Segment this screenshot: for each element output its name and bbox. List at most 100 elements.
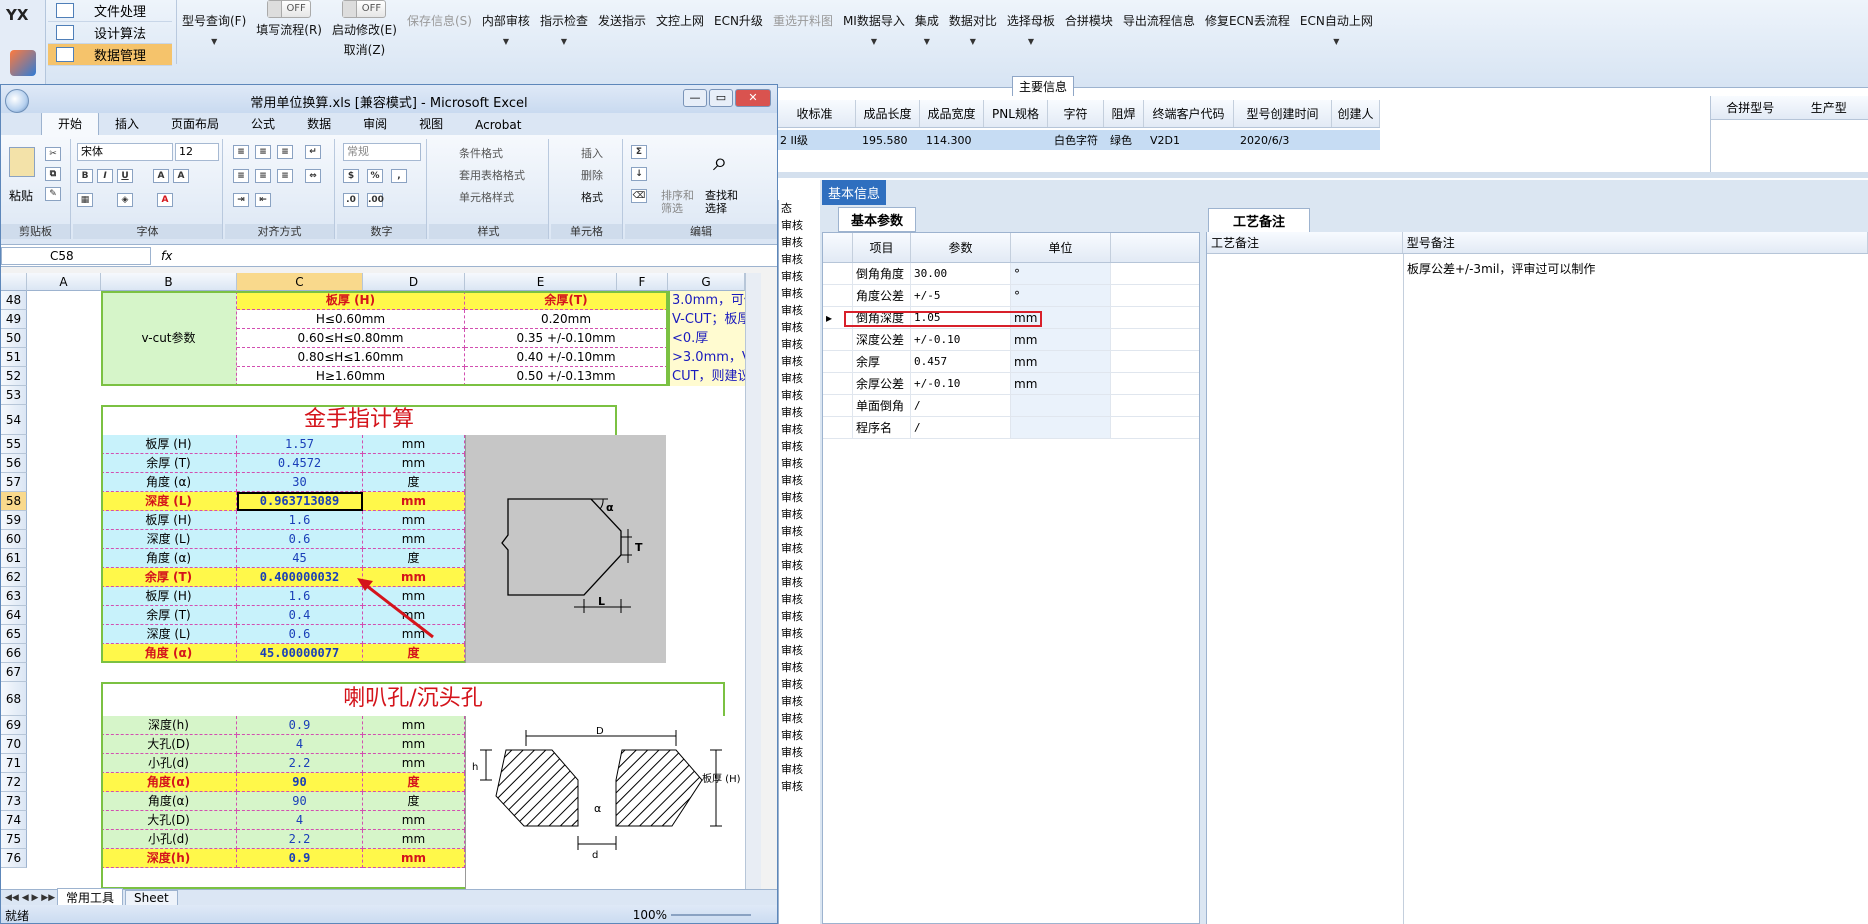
shrink-font-icon[interactable]: A bbox=[173, 169, 189, 183]
comma-icon[interactable]: , bbox=[391, 169, 407, 183]
gold-label-cell[interactable]: 角度 (α) bbox=[101, 549, 237, 568]
row-header[interactable]: 76 bbox=[1, 849, 27, 868]
merge-header-cell[interactable]: 合拼型号 bbox=[1711, 96, 1790, 119]
autosum-icon[interactable]: Σ bbox=[631, 145, 647, 159]
param-header-unit[interactable]: 单位 bbox=[1011, 233, 1111, 262]
horn-unit-cell[interactable]: 度 bbox=[363, 773, 465, 792]
param-value-cell[interactable]: / bbox=[911, 417, 1011, 438]
gold-label-cell[interactable]: 板厚 (H) bbox=[101, 587, 237, 606]
horn-value-cell[interactable]: 2.2 bbox=[237, 754, 363, 773]
param-unit-cell[interactable]: ° bbox=[1011, 263, 1111, 284]
find-select-button[interactable]: 查找和 选择 bbox=[705, 189, 738, 215]
status-strip-item[interactable]: 审核 bbox=[779, 591, 818, 608]
fill-icon[interactable]: ↓ bbox=[631, 167, 647, 181]
horn-unit-cell[interactable]: mm bbox=[363, 754, 465, 773]
copy-icon[interactable]: ⧉ bbox=[45, 167, 61, 181]
align-left-icon[interactable]: ≡ bbox=[233, 169, 249, 183]
gold-unit-cell[interactable]: mm bbox=[363, 435, 465, 454]
number-format-select[interactable]: 常规 bbox=[343, 143, 421, 161]
horn-unit-cell[interactable]: mm bbox=[363, 735, 465, 754]
column-header[interactable]: B bbox=[101, 273, 237, 291]
tab-review[interactable]: 审阅 bbox=[347, 112, 403, 135]
spreadsheet-grid[interactable]: A B C D E F G 48 49 50 51 52 53 54 55 56 57 58 59 60 61 62 63 6… bbox=[1, 273, 761, 889]
gold-value-cell[interactable]: 0.6 bbox=[237, 530, 363, 549]
status-strip-item[interactable]: 审核 bbox=[779, 472, 818, 489]
grid-cell[interactable] bbox=[984, 130, 1048, 150]
grid-cell[interactable]: 195.580 bbox=[856, 130, 920, 150]
horn-label-cell[interactable]: 大孔(D) bbox=[101, 811, 237, 830]
active-cell[interactable] bbox=[237, 492, 363, 511]
param-value-cell[interactable]: 30.00 bbox=[911, 263, 1011, 284]
param-row[interactable]: 深度公差 +/-0.10 mm bbox=[823, 329, 1199, 351]
align-middle-icon[interactable]: ≡ bbox=[255, 145, 271, 159]
horn-value-cell[interactable]: 0.9 bbox=[237, 716, 363, 735]
gold-unit-cell[interactable]: mm bbox=[363, 587, 465, 606]
param-item-cell[interactable]: 倒角角度 bbox=[853, 263, 911, 284]
param-value-cell[interactable]: +/-5 bbox=[911, 285, 1011, 306]
italic-icon[interactable]: I bbox=[97, 169, 113, 183]
status-strip-item[interactable]: 审核 bbox=[779, 421, 818, 438]
horn-value-cell[interactable]: 90 bbox=[237, 773, 363, 792]
export-flow-button[interactable]: 导出流程信息 bbox=[1118, 0, 1200, 64]
indent-icon[interactable]: ⇥ bbox=[233, 193, 249, 207]
status-strip-item[interactable]: 审核 bbox=[779, 217, 818, 234]
gold-unit-cell[interactable]: mm bbox=[363, 606, 465, 625]
gold-value-cell[interactable]: 0.6 bbox=[237, 625, 363, 644]
row-header[interactable]: 54 bbox=[1, 405, 27, 435]
gold-value-cell[interactable]: 0.4 bbox=[237, 606, 363, 625]
internal-review-button[interactable]: 内部审核 ▼ bbox=[477, 0, 535, 64]
tab-view[interactable]: 视图 bbox=[403, 112, 459, 135]
table-format-button[interactable]: 套用表格格式 bbox=[459, 167, 525, 185]
vcut-thickness-cell[interactable]: H≥1.60mm bbox=[237, 367, 465, 386]
select-mother-board-button[interactable]: 选择母板 ▼ bbox=[1002, 0, 1060, 64]
horn-unit-cell[interactable]: mm bbox=[363, 849, 465, 868]
horn-unit-cell[interactable]: mm bbox=[363, 716, 465, 735]
instruction-check-button[interactable]: 指示检查 ▼ bbox=[535, 0, 593, 64]
status-strip-item[interactable]: 审核 bbox=[779, 625, 818, 642]
row-header[interactable]: 74 bbox=[1, 811, 27, 830]
param-value-cell[interactable]: / bbox=[911, 395, 1011, 416]
clear-icon[interactable]: ⌫ bbox=[631, 189, 647, 203]
status-strip-item[interactable]: 审核 bbox=[779, 506, 818, 523]
status-strip-item[interactable]: 审核 bbox=[779, 693, 818, 710]
status-strip-item[interactable]: 审核 bbox=[779, 727, 818, 744]
font-color-icon[interactable]: A bbox=[157, 193, 173, 207]
name-box[interactable]: C58 bbox=[1, 246, 151, 265]
fx-icon[interactable]: fx bbox=[161, 249, 172, 263]
conditional-format-button[interactable]: 条件格式 bbox=[459, 145, 503, 163]
column-header[interactable]: C bbox=[237, 273, 363, 291]
row-header[interactable]: 72 bbox=[1, 773, 27, 792]
horn-label-cell[interactable]: 深度(h) bbox=[101, 849, 237, 868]
status-strip-item[interactable]: 审核 bbox=[779, 285, 818, 302]
param-item-cell[interactable]: 程序名 bbox=[853, 417, 911, 438]
tab-data[interactable]: 数据 bbox=[291, 112, 347, 135]
horn-label-cell[interactable]: 深度(h) bbox=[101, 716, 237, 735]
row-header[interactable]: 67 bbox=[1, 663, 27, 682]
param-unit-cell[interactable]: mm bbox=[1011, 373, 1111, 394]
tab-home[interactable]: 开始 bbox=[41, 111, 100, 135]
align-center-icon[interactable]: ≡ bbox=[255, 169, 271, 183]
save-info-button[interactable]: 保存信息(S) bbox=[402, 0, 477, 64]
param-unit-cell[interactable]: mm bbox=[1011, 351, 1111, 372]
param-item-cell[interactable]: 余厚 bbox=[853, 351, 911, 372]
gold-unit-cell[interactable]: 度 bbox=[363, 549, 465, 568]
underline-icon[interactable]: U bbox=[117, 169, 133, 183]
tab-acrobat[interactable]: Acrobat bbox=[459, 115, 537, 135]
mi-import-button[interactable]: MI数据导入 ▼ bbox=[838, 0, 910, 64]
status-strip-item[interactable]: 审核 bbox=[779, 761, 818, 778]
gold-unit-cell[interactable]: 度 bbox=[363, 473, 465, 492]
param-row[interactable]: 余厚公差 +/-0.10 mm bbox=[823, 373, 1199, 395]
tab-basic-info[interactable]: 基本信息 bbox=[822, 180, 887, 205]
param-row[interactable]: 单面倒角 / bbox=[823, 395, 1199, 417]
param-item-cell[interactable]: 余厚公差 bbox=[853, 373, 911, 394]
excel-titlebar[interactable]: 常用单位换算.xls [兼容模式] - Microsoft Excel — ▭ … bbox=[1, 85, 777, 113]
gold-unit-cell[interactable]: mm bbox=[363, 454, 465, 473]
tab-insert[interactable]: 插入 bbox=[99, 112, 155, 135]
vcut-remain-cell[interactable]: 0.40 +/-0.10mm bbox=[465, 348, 668, 367]
vcut-remain-cell[interactable]: 0.20mm bbox=[465, 310, 668, 329]
status-strip-item[interactable]: 审核 bbox=[779, 319, 818, 336]
gold-label-cell[interactable]: 板厚 (H) bbox=[101, 435, 237, 454]
status-strip-item[interactable]: 审核 bbox=[779, 659, 818, 676]
start-edit-toggle[interactable]: OFF bbox=[342, 0, 387, 18]
row-header[interactable]: 65 bbox=[1, 625, 27, 644]
